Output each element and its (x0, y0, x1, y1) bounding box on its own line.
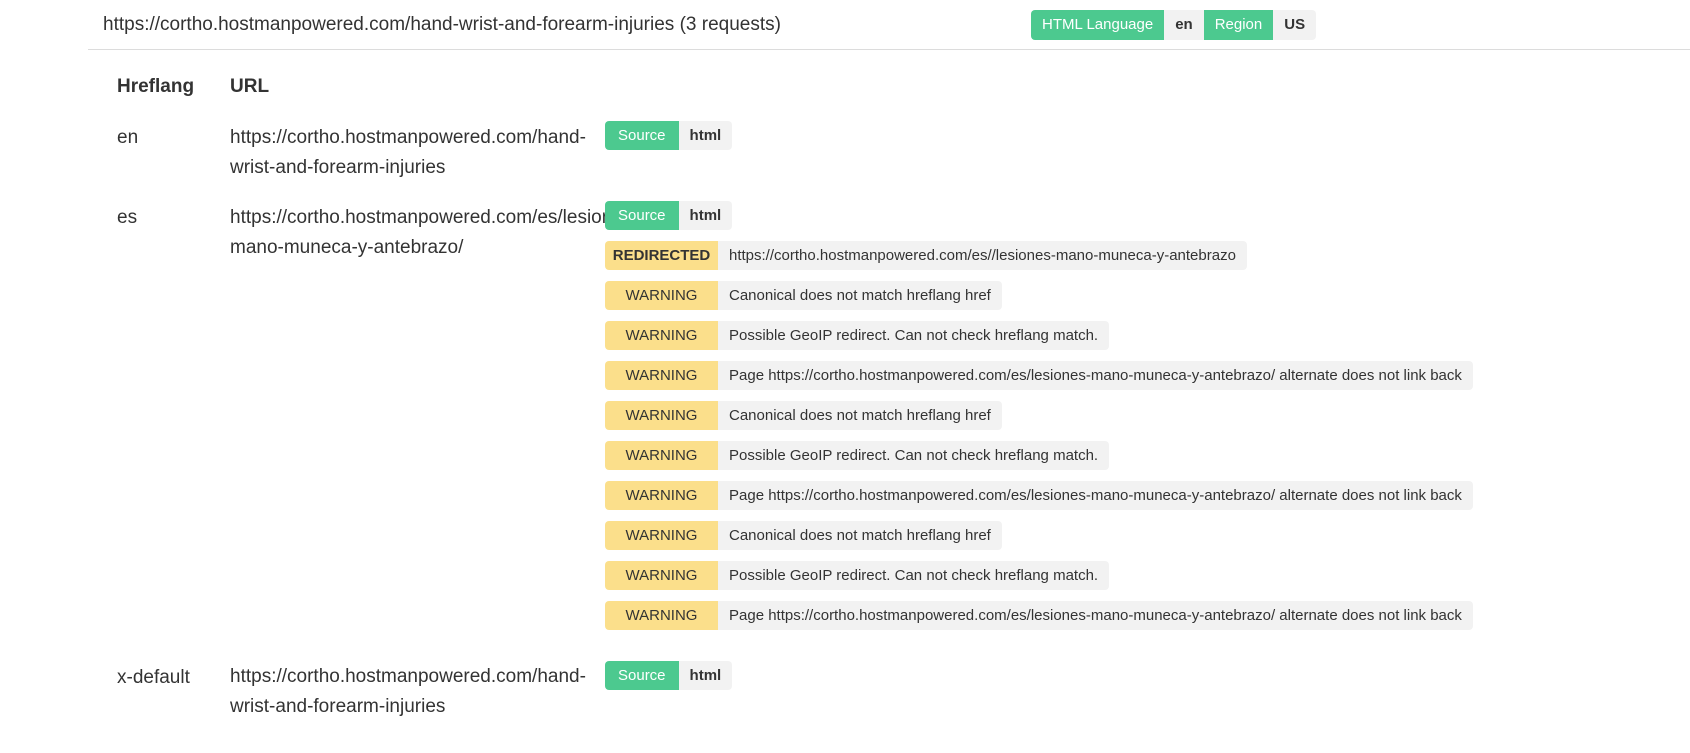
region-label: Region (1203, 10, 1274, 40)
status-badge-warning: WARNING (605, 481, 718, 510)
status-badge-warning: WARNING (605, 601, 718, 630)
hreflang-cell: x-default (117, 667, 190, 688)
source-label: Source (605, 661, 679, 690)
url-line: https://cortho.hostmanpowered.com/hand- (230, 127, 586, 148)
page-header: https://cortho.hostmanpowered.com/hand-w… (88, 0, 1690, 50)
column-header-url: URL (230, 76, 270, 97)
warning-message: WARNING Canonical does not match hreflan… (605, 281, 1002, 310)
status-badge-warning: WARNING (605, 281, 718, 310)
html-language-label: HTML Language (1031, 10, 1165, 40)
source-label: Source (605, 201, 679, 230)
warning-text: Page https://cortho.hostmanpowered.com/e… (718, 601, 1473, 630)
url-cell[interactable]: https://cortho.hostmanpowered.com/hand- … (230, 662, 606, 721)
status-badge-redirected: REDIRECTED (605, 241, 718, 270)
url-cell[interactable]: https://cortho.hostmanpowered.com/hand- … (230, 123, 606, 182)
html-language-value: en (1164, 10, 1204, 40)
source-value: html (678, 661, 733, 690)
page-meta-tags: HTML Language en Region US (1031, 10, 1317, 40)
source-value: html (678, 201, 733, 230)
status-badge-warning: WARNING (605, 521, 718, 550)
warning-message: WARNING Possible GeoIP redirect. Can not… (605, 441, 1110, 470)
status-badge-warning: WARNING (605, 441, 718, 470)
warning-message: WARNING Canonical does not match hreflan… (605, 401, 1002, 430)
warning-message: WARNING Canonical does not match hreflan… (605, 521, 1002, 550)
warning-message: WARNING Possible GeoIP redirect. Can not… (605, 321, 1110, 350)
warning-message: WARNING Page https://cortho.hostmanpower… (605, 481, 1473, 510)
status-badge-warning: WARNING (605, 361, 718, 390)
url-line: https://cortho.hostmanpowered.com/hand- (230, 666, 586, 687)
source-tag: Source html (605, 121, 733, 150)
warning-text: Page https://cortho.hostmanpowered.com/e… (718, 481, 1473, 510)
source-tag: Source html (605, 201, 733, 230)
source-tag: Source html (605, 661, 733, 690)
url-line: wrist-and-forearm-injuries (230, 156, 446, 178)
status-badge-warning: WARNING (605, 401, 718, 430)
region-value: US (1273, 10, 1317, 40)
source-value: html (678, 121, 733, 150)
page-title: https://cortho.hostmanpowered.com/hand-w… (103, 14, 781, 35)
warning-text: Canonical does not match hreflang href (718, 281, 1002, 310)
redirect-target-url: https://cortho.hostmanpowered.com/es//le… (718, 241, 1247, 270)
status-badge-warning: WARNING (605, 561, 718, 590)
hreflang-cell: es (117, 207, 138, 228)
status-badge-warning: WARNING (605, 321, 718, 350)
warning-text: Canonical does not match hreflang href (718, 401, 1002, 430)
warning-text: Page https://cortho.hostmanpowered.com/e… (718, 361, 1473, 390)
url-line: mano-muneca-y-antebrazo/ (230, 236, 464, 258)
warning-text: Canonical does not match hreflang href (718, 521, 1002, 550)
warning-message: WARNING Page https://cortho.hostmanpower… (605, 361, 1473, 390)
url-cell[interactable]: https://cortho.hostmanpowered.com/es/les… (230, 203, 606, 262)
hreflang-cell: en (117, 127, 139, 148)
warning-message: WARNING Possible GeoIP redirect. Can not… (605, 561, 1110, 590)
column-header-hreflang: Hreflang (117, 76, 195, 97)
warning-message: WARNING Page https://cortho.hostmanpower… (605, 601, 1473, 630)
url-line: wrist-and-forearm-injuries (230, 695, 446, 717)
warning-text: Possible GeoIP redirect. Can not check h… (718, 561, 1110, 590)
warning-text: Possible GeoIP redirect. Can not check h… (718, 441, 1110, 470)
url-line: https://cortho.hostmanpowered.com/es/les… (230, 207, 606, 228)
warning-text: Possible GeoIP redirect. Can not check h… (718, 321, 1110, 350)
redirect-message: REDIRECTED https://cortho.hostmanpowered… (605, 241, 1247, 270)
source-label: Source (605, 121, 679, 150)
